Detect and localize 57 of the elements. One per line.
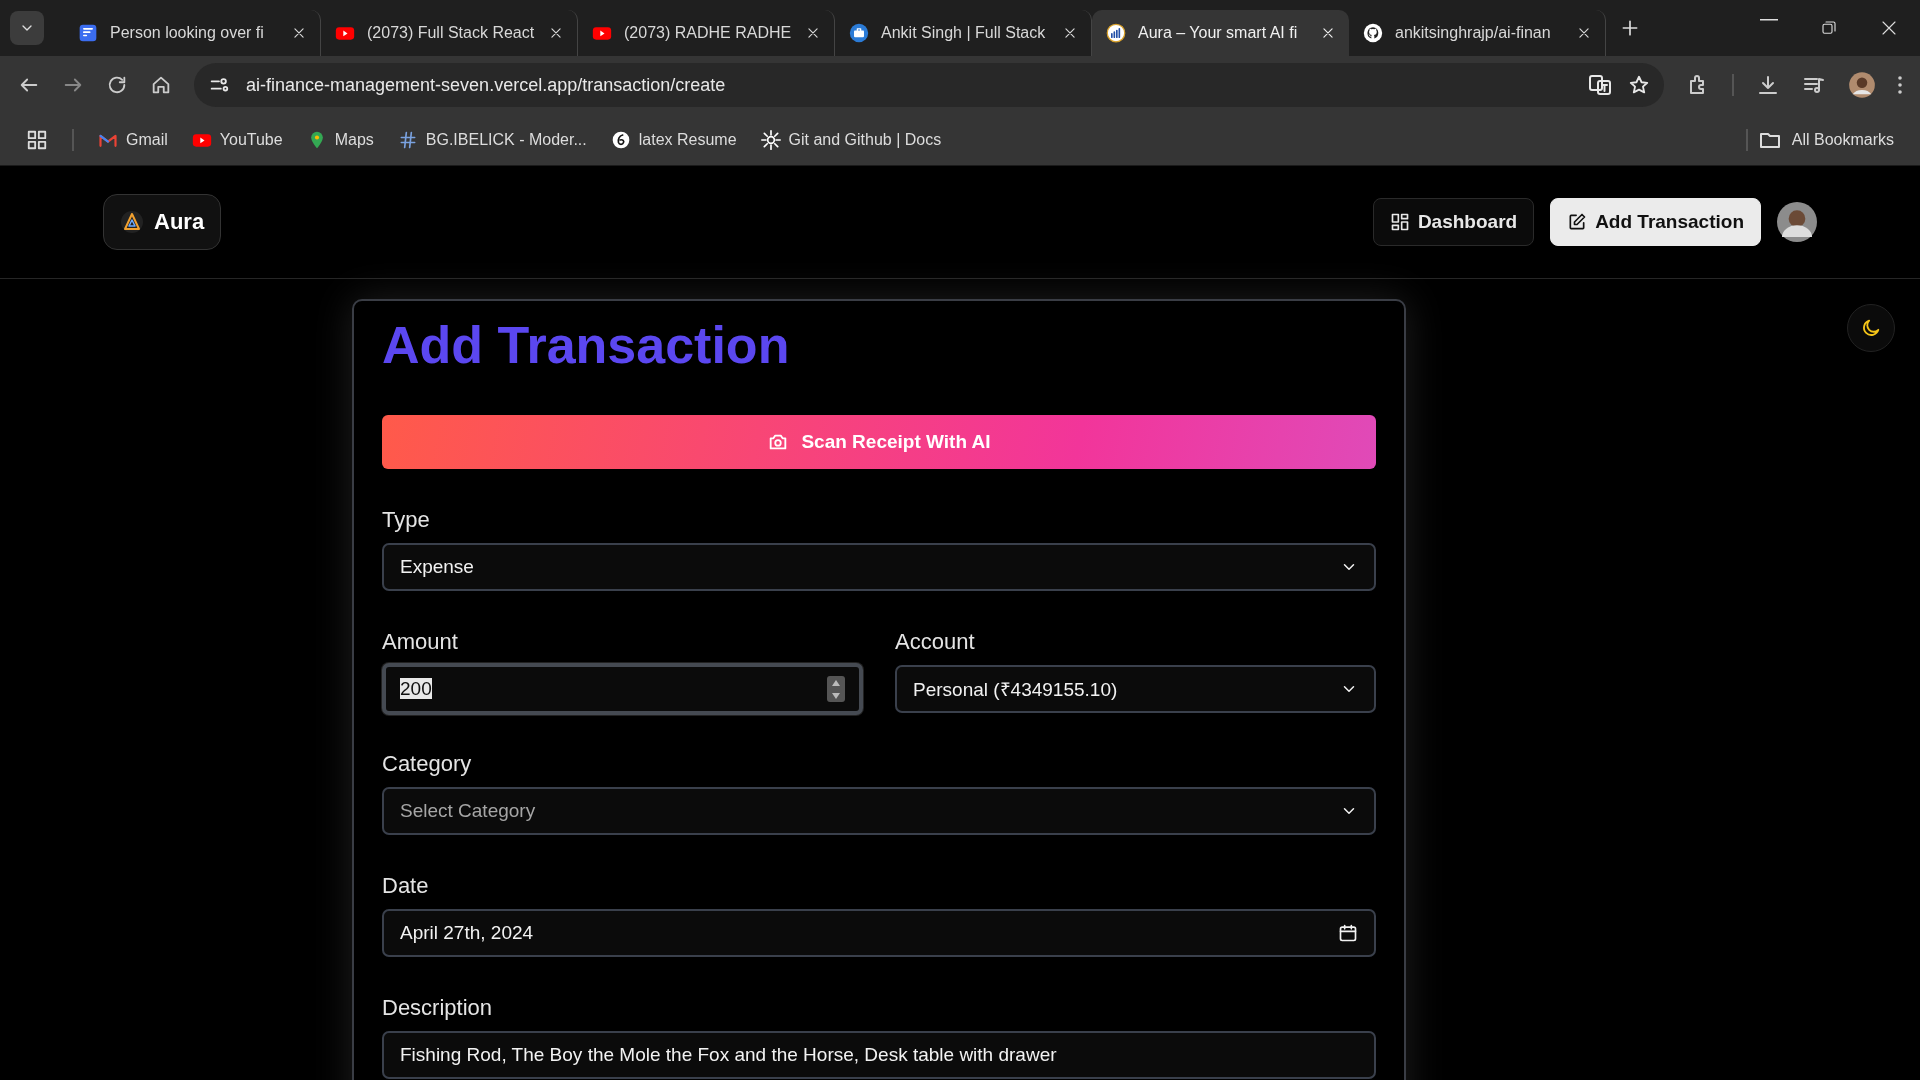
nav-button[interactable]: Dashboard <box>1372 198 1535 246</box>
select-field[interactable]: Expense <box>382 543 1376 591</box>
close-icon <box>1321 26 1335 40</box>
close-icon <box>1880 19 1898 37</box>
triangle-logo-icon <box>120 210 144 234</box>
select-field[interactable]: Select Category <box>382 787 1376 835</box>
select-field[interactable]: Personal (₹4349155.10) <box>895 665 1376 713</box>
nav-button[interactable]: Add Transaction <box>1550 198 1761 246</box>
field-label: Type <box>382 507 431 533</box>
translate-icon <box>1588 73 1612 97</box>
bookmark-link[interactable]: Gmail <box>98 129 168 150</box>
close-icon <box>1063 26 1077 40</box>
page-title: Add Transaction <box>382 315 791 375</box>
scan-receipt-button[interactable]: Scan Receipt With AI <box>382 415 1376 469</box>
download-icon <box>1756 73 1780 97</box>
calendar-icon <box>1338 923 1358 943</box>
tab-search-button[interactable] <box>10 11 44 45</box>
bookmark-link[interactable]: YouTube <box>191 129 283 150</box>
field-label: Date <box>382 873 430 899</box>
theme-toggle-button[interactable] <box>1847 304 1895 352</box>
avatar-icon <box>1848 71 1876 99</box>
close-icon <box>1577 26 1591 40</box>
all-bookmarks-link[interactable]: All Bookmarks <box>1791 130 1894 149</box>
avatar-icon[interactable] <box>1777 202 1817 242</box>
briefcase-icon <box>849 23 869 43</box>
field-label: Description <box>382 995 494 1021</box>
browser-tab[interactable]: Aura – Your smart AI fi <box>1092 10 1349 56</box>
bookmark-link[interactable]: Maps <box>306 129 374 150</box>
address-bar[interactable]: ai-finance-management-seven.vercel.app/transaction/create <box>194 63 1664 107</box>
date-field[interactable]: April 27th, 2024 <box>382 909 1376 957</box>
field-label: Amount <box>382 629 459 655</box>
apps-grid-icon <box>26 128 48 151</box>
more-menu-icon[interactable] <box>1898 76 1902 94</box>
close-icon <box>806 26 820 40</box>
spinner-icon[interactable] <box>827 676 845 702</box>
moon-icon <box>1860 317 1882 339</box>
minimize-icon[interactable] <box>1760 19 1778 21</box>
document-icon <box>78 23 98 43</box>
edit-icon <box>1567 212 1588 232</box>
bookmark-link[interactable]: BG.IBELICK - Moder... <box>397 129 587 150</box>
home-icon <box>150 74 172 96</box>
amount-input[interactable]: 200 <box>382 663 863 715</box>
close-icon <box>549 26 563 40</box>
restore-icon <box>1820 19 1838 37</box>
reload-icon <box>106 74 128 96</box>
field-label: Category <box>382 751 473 777</box>
bookmark-link[interactable]: latex Resume <box>610 129 737 150</box>
github-icon <box>1363 23 1383 43</box>
chart-icon <box>1106 23 1126 43</box>
bookmark-link[interactable]: Git and Github | Docs <box>760 129 942 150</box>
new-tab-icon <box>1620 18 1640 38</box>
star-icon <box>1628 74 1650 96</box>
field-label: Account <box>895 629 976 655</box>
text-input[interactable]: Fishing Rod, The Boy the Mole the Fox and the Horse, Desk table with drawer <box>382 1031 1376 1079</box>
dashboard-icon <box>1389 212 1410 232</box>
close-icon <box>292 26 306 40</box>
app-logo[interactable]: Aura <box>103 194 222 250</box>
